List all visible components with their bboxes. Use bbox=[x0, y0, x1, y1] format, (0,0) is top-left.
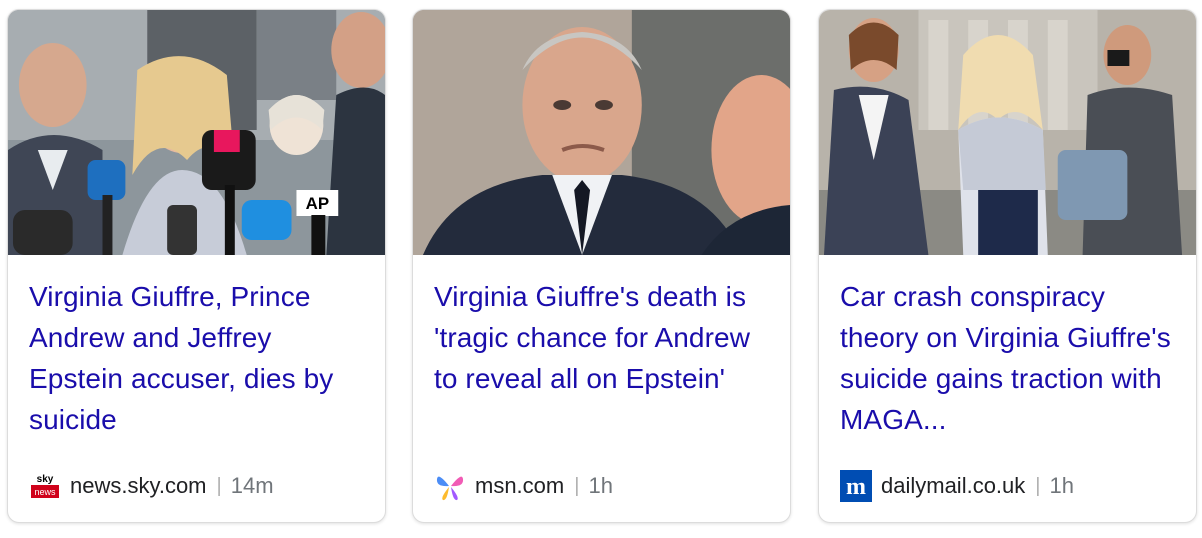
timestamp: 1h bbox=[1049, 473, 1074, 498]
separator: | bbox=[216, 474, 222, 497]
source-name: msn.com bbox=[475, 473, 565, 498]
svg-text:m: m bbox=[846, 474, 866, 500]
dailymail-logo-icon: m bbox=[840, 470, 872, 502]
courthouse-crowd-photo[interactable] bbox=[819, 10, 1196, 255]
source-name: dailymail.co.uk bbox=[881, 473, 1026, 498]
news-carousel: AP Virginia Giuffre, Prince Andrew and J… bbox=[0, 0, 1202, 538]
timestamp: 14m bbox=[230, 473, 274, 498]
svg-text:AP: AP bbox=[306, 194, 329, 213]
timestamp: 1h bbox=[588, 473, 613, 498]
news-card[interactable]: AP Virginia Giuffre, Prince Andrew and J… bbox=[7, 9, 386, 523]
svg-text:news: news bbox=[34, 487, 56, 497]
source-row: m dailymail.co.uk | 1h bbox=[840, 470, 1074, 502]
prince-andrew-photo[interactable] bbox=[413, 10, 790, 255]
headline[interactable]: Car crash conspiracy theory on Virginia … bbox=[840, 276, 1180, 440]
svg-text:sky: sky bbox=[37, 474, 54, 485]
separator: | bbox=[574, 474, 580, 497]
source-row: sky news news.sky.com | 14m bbox=[29, 470, 274, 502]
headline[interactable]: Virginia Giuffre, Prince Andrew and Jeff… bbox=[29, 276, 369, 440]
sky-news-logo-icon: sky news bbox=[29, 470, 61, 502]
press-conference-photo[interactable]: AP bbox=[8, 10, 385, 255]
headline[interactable]: Virginia Giuffre's death is 'tragic chan… bbox=[434, 276, 774, 399]
msn-butterfly-logo-icon bbox=[434, 470, 466, 502]
source-name: news.sky.com bbox=[70, 473, 207, 498]
separator: | bbox=[1035, 474, 1041, 497]
news-card[interactable]: Virginia Giuffre's death is 'tragic chan… bbox=[412, 9, 791, 523]
source-row: msn.com | 1h bbox=[434, 470, 613, 502]
news-card[interactable]: Car crash conspiracy theory on Virginia … bbox=[818, 9, 1197, 523]
